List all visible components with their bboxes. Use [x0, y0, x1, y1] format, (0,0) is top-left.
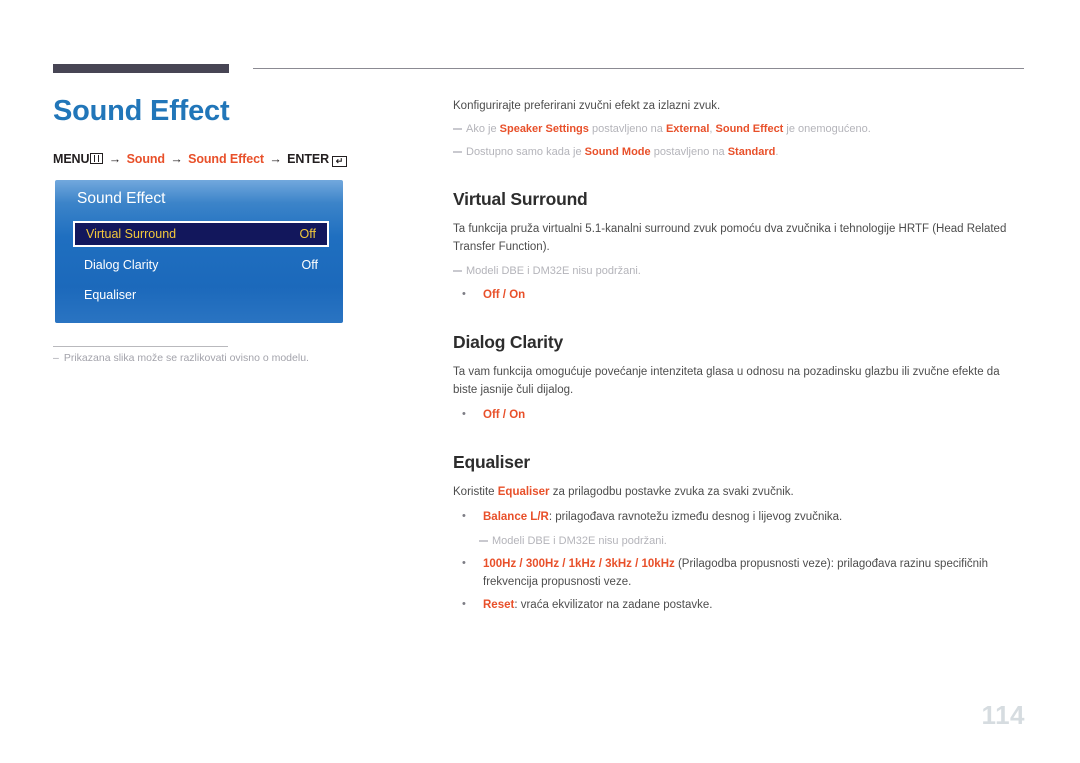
section-heading: Virtual Surround: [453, 189, 588, 210]
note-text: Ako je: [466, 123, 500, 136]
menu-path-arrow-1: →: [108, 152, 122, 167]
body-accent: Equaliser: [497, 486, 550, 499]
list-item: Off / On: [453, 406, 1025, 424]
osd-title: Sound Effect: [77, 190, 166, 207]
intro-note-1: Ako je Speaker Settings postavljeno na E…: [453, 121, 1025, 138]
option-off: Off: [483, 289, 500, 302]
list-item-note: Modeli DBE i DM32E nisu podržani.: [453, 533, 1025, 550]
menu-bars-icon: [90, 153, 104, 165]
left-note-dash: –: [53, 352, 59, 364]
osd-row-label: Virtual Surround: [86, 227, 177, 241]
left-note-divider: [53, 346, 228, 347]
option-on: On: [509, 408, 526, 421]
section-note: Modeli DBE i DM32E nisu podržani.: [453, 263, 1025, 280]
osd-row-list: Virtual Surround Off Dialog Clarity Off …: [73, 221, 329, 313]
bullet-accent: Reset: [483, 598, 515, 611]
section-bullets: Off / On: [453, 286, 1025, 304]
section-heading: Equaliser: [453, 452, 530, 473]
menu-path-enter-label: ENTER: [287, 152, 330, 167]
bullet-text: : prilagođava ravnotežu između desnog i …: [548, 510, 843, 523]
note-text: .: [775, 146, 779, 159]
list-item: Off / On: [453, 286, 1025, 304]
menu-path-breadcrumb: MENU → Sound → Sound Effect → ENTER ↵: [53, 152, 413, 168]
section-virtual-surround: Virtual Surround Ta funkcija pruža virtu…: [453, 189, 1025, 304]
note-accent: Standard: [727, 146, 776, 159]
note-text: postavljeno na: [650, 146, 728, 159]
bullet-accent: 100Hz / 300Hz / 1kHz / 3kHz / 10kHz: [483, 558, 675, 571]
note-accent: Sound Mode: [584, 146, 651, 159]
option-on: On: [509, 289, 526, 302]
header-accent-bar: [53, 64, 229, 73]
section-heading: Dialog Clarity: [453, 332, 564, 353]
list-item: 100Hz / 300Hz / 1kHz / 3kHz / 10kHz (Pri…: [453, 555, 1025, 591]
section-dialog-clarity: Dialog Clarity Ta vam funkcija omogućuje…: [453, 332, 1025, 424]
bullet-text: : vraća ekvilizator na zadane postavke.: [514, 598, 713, 611]
intro-lead: Konfigurirajte preferirani zvučni efekt …: [453, 100, 721, 112]
osd-row-dialog-clarity[interactable]: Dialog Clarity Off: [73, 253, 329, 277]
note-accent: Sound Effect: [715, 123, 784, 136]
list-item: Reset: vraća ekvilizator na zadane posta…: [453, 596, 1025, 614]
osd-row-value: Off: [299, 227, 316, 241]
note-text: postavljeno na: [588, 123, 666, 136]
section-bullets: Off / On: [453, 406, 1025, 424]
menu-path-arrow-3: →: [269, 152, 282, 167]
osd-row-label: Equaliser: [84, 288, 137, 302]
left-note-text: Prikazana slika može se razlikovati ovis…: [63, 352, 309, 364]
note-text: je onemogućeno.: [783, 123, 871, 136]
section-bullets: Balance L/R: prilagođava ravnotežu izmeđ…: [453, 508, 1025, 614]
left-note: – Prikazana slika može se razlikovati ovi…: [53, 352, 393, 364]
menu-path-arrow-2: →: [170, 152, 183, 167]
osd-menu-mock: Sound Effect Virtual Surround Off Dialog…: [55, 180, 343, 323]
section-body: Ta funkcija pruža virtualni 5.1-kanalni …: [453, 223, 1007, 254]
menu-path-menu-label: MENU: [53, 152, 90, 167]
right-column: Konfigurirajte preferirani zvučni efekt …: [453, 98, 1025, 620]
menu-path-step-sound: Sound: [126, 152, 165, 167]
note-text: Dostupno samo kada je: [466, 146, 585, 159]
body-text: za prilagodbu postavke zvuka za svaki zv…: [549, 486, 794, 499]
section-body: Koristite Equaliser za prilagodbu postav…: [453, 484, 1025, 502]
osd-row-virtual-surround[interactable]: Virtual Surround Off: [73, 221, 329, 247]
left-column: Sound Effect MENU → Sound → Sound Effect…: [53, 95, 413, 168]
bullet-accent: Balance L/R: [483, 510, 549, 523]
option-separator: /: [499, 408, 510, 421]
menu-path-step-sound-effect: Sound Effect: [188, 152, 264, 167]
note-accent: Speaker Settings: [499, 123, 589, 136]
header-rule: [253, 68, 1024, 69]
section-equaliser: Equaliser Koristite Equaliser za prilago…: [453, 452, 1025, 614]
section-body: Ta vam funkcija omogućuje povećanje inte…: [453, 366, 1000, 397]
option-off: Off: [483, 408, 500, 421]
list-item: Balance L/R: prilagođava ravnotežu izmeđ…: [453, 508, 1025, 526]
enter-key-icon: ↵: [332, 156, 348, 168]
bullet-note: Modeli DBE i DM32E nisu podržani.: [479, 533, 1025, 550]
osd-row-value: Off: [301, 258, 318, 272]
osd-row-equaliser[interactable]: Equaliser: [73, 283, 329, 307]
option-separator: /: [499, 289, 510, 302]
intro-note-2: Dostupno samo kada je Sound Mode postavl…: [453, 144, 1025, 161]
note-accent: External: [665, 123, 710, 136]
osd-row-label: Dialog Clarity: [84, 258, 159, 272]
page-title: Sound Effect: [53, 95, 230, 127]
page-number: 114: [981, 700, 1025, 730]
body-text: Koristite: [453, 486, 498, 499]
